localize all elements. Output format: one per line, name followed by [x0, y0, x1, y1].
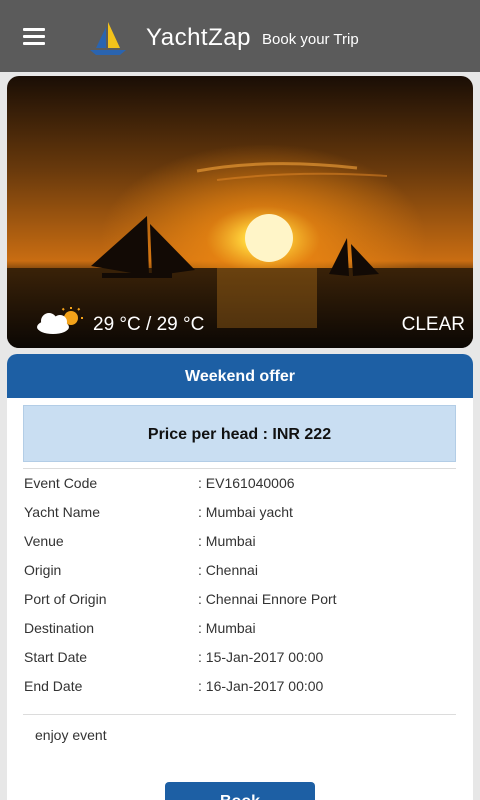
offer-card: Weekend offer Price per head : INR 222 E… — [7, 354, 473, 800]
divider — [23, 714, 456, 715]
detail-row-event-code: Event Code : EV161040006 — [24, 475, 464, 504]
detail-row-yacht-name: Yacht Name : Mumbai yacht — [24, 504, 464, 533]
weather-condition-label: CLEAR — [401, 314, 465, 335]
detail-value: : Mumbai — [198, 533, 256, 549]
yacht-logo-icon — [90, 22, 126, 55]
offer-title: Weekend offer — [7, 354, 473, 398]
weather-banner: 29 °C / 29 °C CLEAR — [7, 76, 473, 348]
detail-value: : Mumbai yacht — [198, 504, 293, 520]
detail-label: End Date — [24, 678, 83, 694]
detail-label: Yacht Name — [24, 504, 100, 520]
book-button[interactable]: Book — [165, 782, 315, 800]
detail-row-end-date: End Date : 16-Jan-2017 00:00 — [24, 678, 464, 707]
detail-value: : Mumbai — [198, 620, 256, 636]
detail-value: : 16-Jan-2017 00:00 — [198, 678, 324, 694]
detail-row-venue: Venue : Mumbai — [24, 533, 464, 562]
detail-row-start-date: Start Date : 15-Jan-2017 00:00 — [24, 649, 464, 678]
detail-label: Event Code — [24, 475, 98, 491]
event-description: enjoy event — [35, 727, 107, 743]
app-tagline: Book your Trip — [262, 31, 359, 48]
detail-label: Port of Origin — [24, 591, 107, 607]
detail-label: Venue — [24, 533, 64, 549]
detail-row-origin: Origin : Chennai — [24, 562, 464, 591]
detail-value: : 15-Jan-2017 00:00 — [198, 649, 324, 665]
temperature-label: 29 °C / 29 °C — [93, 314, 205, 335]
detail-label: Origin — [24, 562, 62, 578]
detail-row-port-of-origin: Port of Origin : Chennai Ennore Port — [24, 591, 464, 620]
menu-icon[interactable] — [14, 18, 54, 54]
detail-value: : Chennai Ennore Port — [198, 591, 337, 607]
divider — [23, 468, 456, 469]
detail-label: Start Date — [24, 649, 88, 665]
partly-cloudy-icon — [37, 307, 83, 334]
event-details: Event Code : EV161040006 Yacht Name : Mu… — [24, 475, 464, 707]
app-bar: YachtZap Book your Trip — [0, 0, 480, 72]
detail-label: Destination — [24, 620, 95, 636]
app-title: YachtZap — [146, 24, 251, 51]
detail-row-destination: Destination : Mumbai — [24, 620, 464, 649]
detail-value: : Chennai — [198, 562, 258, 578]
price-per-head: Price per head : INR 222 — [23, 405, 456, 462]
detail-value: : EV161040006 — [198, 475, 295, 491]
